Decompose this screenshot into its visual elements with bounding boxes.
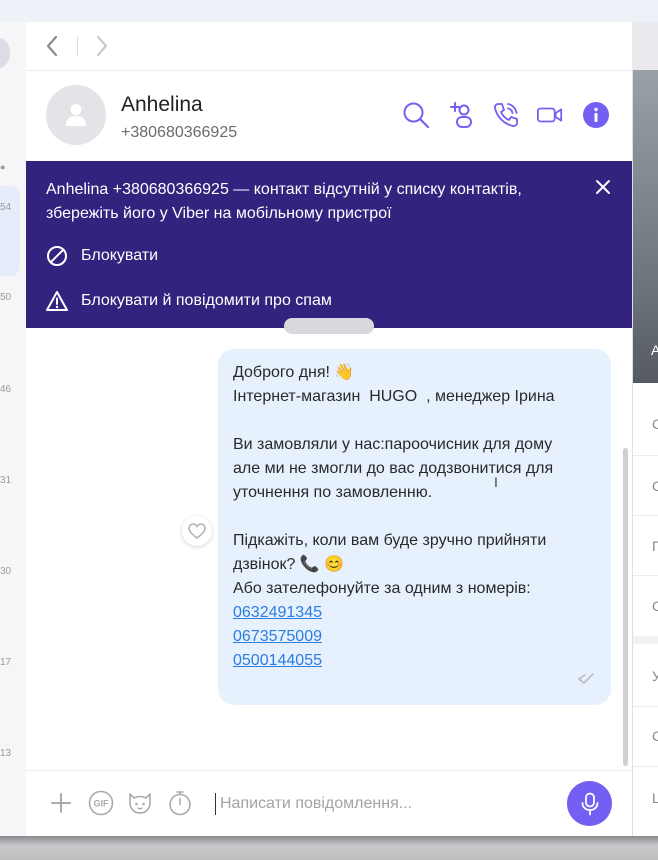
divider	[633, 706, 658, 707]
info-item[interactable]: C	[652, 598, 658, 614]
divider	[633, 766, 658, 767]
chat-time: 30	[0, 566, 12, 577]
profile-avatar[interactable]	[0, 38, 10, 68]
contact-name[interactable]: Anhelina	[121, 93, 203, 117]
plus-icon	[51, 793, 71, 813]
divider	[633, 575, 658, 576]
timer-icon	[169, 791, 191, 816]
sticker-icon	[129, 793, 151, 814]
video-call-icon	[536, 107, 563, 123]
chat-time: 50	[0, 292, 12, 303]
search-button[interactable]	[402, 101, 430, 129]
photo-caption: A	[651, 342, 658, 358]
gif-icon: GIF	[88, 790, 114, 816]
message-list[interactable]: Доброго дня! 👋 Інтернет-магазин HUGO , м…	[26, 328, 632, 770]
phone-link[interactable]: 0500144055	[233, 649, 597, 673]
divider	[633, 455, 658, 456]
gif-button[interactable]: GIF	[88, 790, 114, 816]
chevron-right-icon	[96, 35, 108, 57]
message-line: дзвінок? 📞 😊	[233, 556, 345, 573]
person-icon	[66, 104, 86, 126]
svg-text:GIF: GIF	[94, 799, 110, 809]
block-label: Блокувати	[81, 247, 159, 264]
info-icon	[583, 102, 609, 128]
info-item[interactable]: У	[652, 668, 658, 684]
block-and-report-button[interactable]: Блокувати й повідомити про спам	[46, 290, 332, 312]
chevron-left-icon	[46, 35, 58, 57]
block-report-label: Блокувати й повідомити про спам	[81, 292, 332, 309]
message-line	[233, 505, 597, 529]
phone-link[interactable]: 0632491345	[233, 601, 597, 625]
list-dot: ●	[0, 162, 6, 172]
info-item[interactable]: C	[652, 416, 658, 432]
microphone-icon	[581, 792, 598, 815]
message-bubble[interactable]: Доброго дня! 👋 Інтернет-магазин HUGO , м…	[218, 349, 611, 705]
banner-close-button[interactable]	[591, 175, 615, 199]
navigation-bar	[26, 22, 632, 71]
attach-button[interactable]	[48, 790, 74, 816]
message-line: Доброго дня! 👋	[233, 364, 355, 381]
input-caret	[215, 793, 216, 815]
selected-chat-item[interactable]	[0, 186, 20, 276]
info-item[interactable]: C	[652, 478, 658, 494]
message-line: Ви замовляли у нас:пароочисник для дому	[233, 436, 553, 453]
window-bottom-edge	[0, 836, 658, 860]
block-icon	[47, 246, 67, 266]
chat-time: 31	[0, 475, 12, 486]
forward-button[interactable]	[88, 32, 116, 60]
contact-photo: A	[633, 70, 658, 383]
info-button[interactable]	[582, 101, 610, 129]
message-line	[233, 409, 597, 433]
voice-message-button[interactable]	[567, 781, 612, 826]
like-button[interactable]	[182, 516, 212, 546]
block-button[interactable]: Блокувати	[46, 245, 158, 267]
close-icon	[596, 180, 610, 194]
contact-phone: +380680366925	[121, 124, 238, 141]
message-composer: GIF	[26, 770, 632, 837]
section-gap	[633, 636, 658, 644]
text-cursor-icon: I	[494, 474, 498, 490]
chat-time: 13	[0, 748, 12, 759]
chat-list-panel[interactable]: ● 54 50 46 31 30 17 13	[0, 22, 27, 836]
message-line: уточнення по замовленню.	[233, 484, 433, 501]
timer-button[interactable]	[167, 790, 193, 816]
nav-divider	[77, 36, 78, 56]
banner-text: Anhelina +380680366925 — контакт відсутн…	[46, 181, 522, 222]
add-participant-icon	[450, 102, 472, 128]
message-line: Або зателефонуйте за одним з номерів:	[233, 580, 531, 597]
chat-time: 17	[0, 657, 12, 668]
message-status-icon	[577, 669, 595, 693]
sticker-button[interactable]	[127, 790, 153, 816]
message-line: Підкажіть, коли вам буде зручно прийняти	[233, 532, 547, 549]
search-icon	[403, 102, 430, 129]
contact-info-panel: A C C Г C У C L	[632, 70, 658, 836]
message-input[interactable]	[220, 790, 550, 818]
chat-time: 54	[0, 202, 12, 213]
video-call-button[interactable]	[536, 101, 564, 129]
conversation-panel: Anhelina +380680366925 Anhelina +3806803…	[26, 22, 632, 837]
unknown-contact-banner: Anhelina +380680366925 — контакт відсутн…	[26, 161, 632, 328]
info-item[interactable]: Г	[652, 538, 658, 554]
audio-call-button[interactable]	[492, 101, 520, 129]
chat-header: Anhelina +380680366925	[26, 71, 632, 161]
info-item[interactable]: C	[652, 728, 658, 744]
message-line: Інтернет-магазин HUGO , менеджер Ірина	[233, 388, 555, 405]
info-item[interactable]: L	[652, 790, 658, 806]
warning-icon	[46, 291, 68, 311]
scrollbar[interactable]	[623, 448, 628, 766]
heart-icon	[188, 523, 206, 539]
message-line: але ми не змогли до вас додзвонитися для	[233, 460, 554, 477]
phone-link[interactable]: 0673575009	[233, 625, 597, 649]
divider	[633, 515, 658, 516]
chat-time: 46	[0, 384, 12, 395]
window-top-strip	[0, 0, 658, 22]
add-participant-button[interactable]	[448, 101, 476, 129]
call-icon	[494, 103, 518, 127]
back-button[interactable]	[38, 32, 66, 60]
contact-avatar[interactable]	[46, 85, 106, 145]
